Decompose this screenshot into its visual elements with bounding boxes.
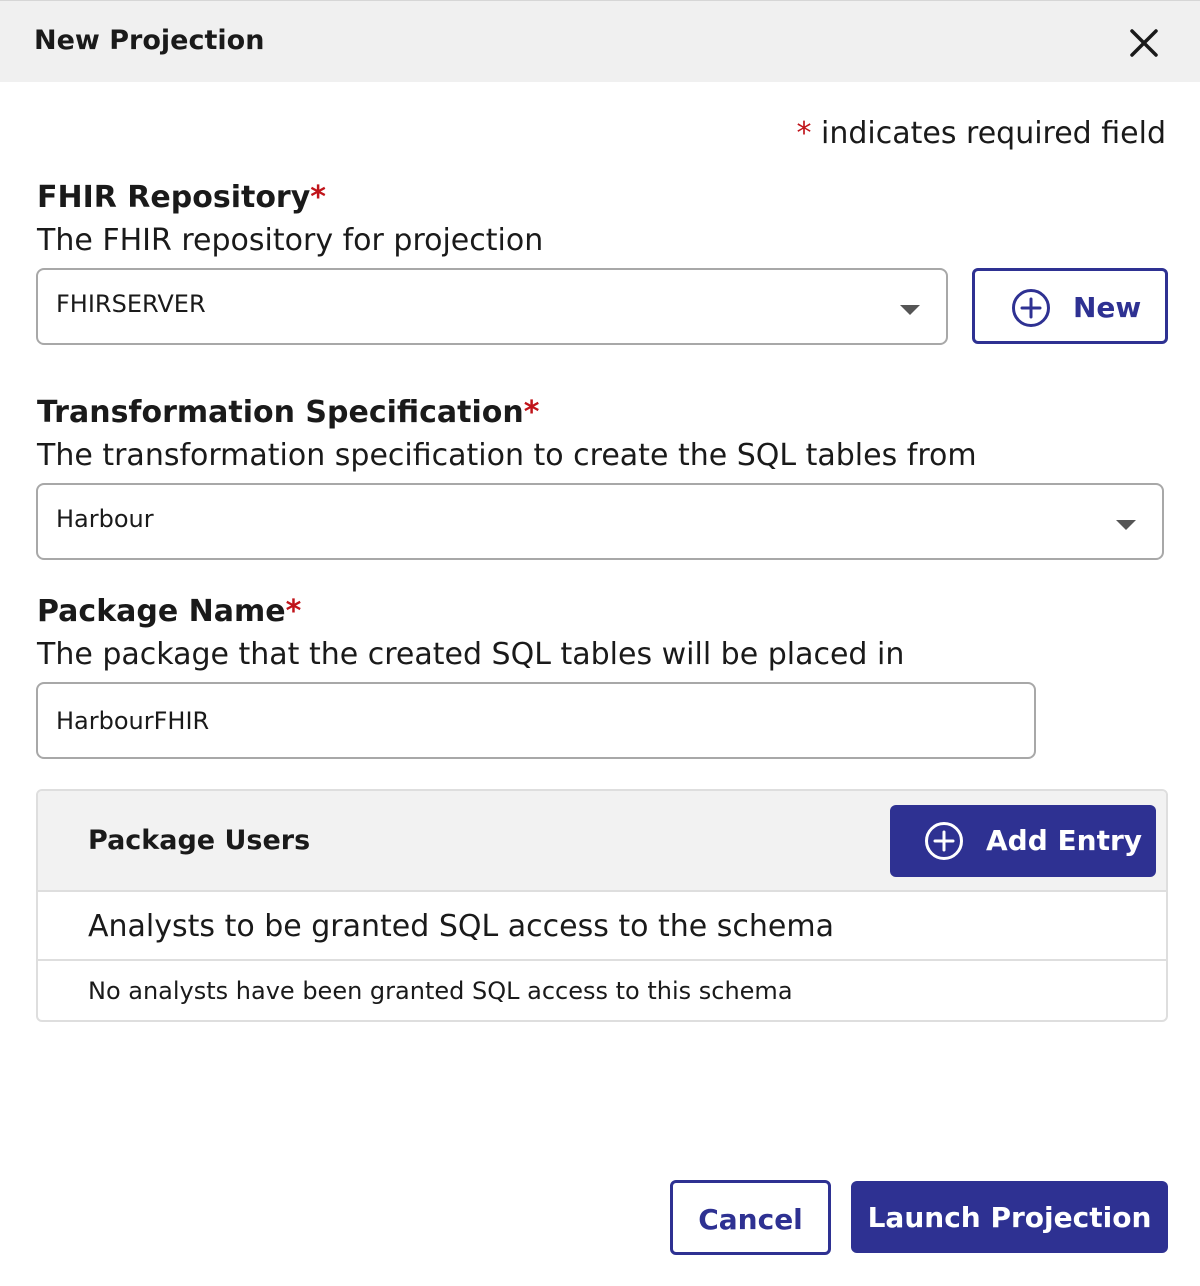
package-name-label: Package Name* — [37, 594, 301, 629]
cancel-label: Cancel — [698, 1203, 803, 1236]
required-star: * — [523, 395, 540, 430]
chevron-down-icon — [900, 305, 920, 315]
required-star: * — [796, 116, 812, 151]
close-icon — [1130, 29, 1158, 57]
package-users-header: Package Users Add Entry — [38, 791, 1166, 892]
package-users-title: Package Users — [88, 825, 311, 856]
transformation-spec-selected-value: Harbour — [56, 505, 154, 533]
required-field-note: * indicates required field — [797, 116, 1167, 151]
new-button-label: New — [1073, 291, 1142, 324]
close-button[interactable] — [1124, 23, 1164, 63]
cancel-button[interactable]: Cancel — [670, 1180, 831, 1255]
package-name-input[interactable] — [36, 682, 1036, 759]
fhir-repository-label: FHIR Repository* — [37, 180, 326, 215]
fhir-repository-selected-value: FHIRSERVER — [56, 290, 206, 318]
launch-projection-label: Launch Projection — [867, 1201, 1152, 1234]
new-repository-button[interactable]: New — [972, 268, 1168, 344]
divider — [38, 959, 1166, 961]
fhir-repository-label-text: FHIR Repository — [37, 180, 311, 215]
transformation-spec-label: Transformation Specification* — [37, 395, 539, 430]
package-name-label-text: Package Name — [37, 594, 286, 629]
required-note-text: indicates required field — [811, 116, 1166, 151]
launch-projection-button[interactable]: Launch Projection — [851, 1181, 1168, 1253]
add-entry-label: Add Entry — [986, 824, 1143, 857]
empty-state-message: No analysts have been granted SQL access… — [88, 977, 793, 1005]
chevron-down-icon — [1116, 520, 1136, 530]
fhir-repository-select[interactable]: FHIRSERVER — [36, 268, 948, 345]
add-entry-button[interactable]: Add Entry — [890, 805, 1156, 877]
plus-circle-icon — [1012, 289, 1050, 327]
dialog-header: New Projection — [0, 0, 1200, 82]
package-name-help: The package that the created SQL tables … — [37, 637, 905, 672]
dialog-title: New Projection — [34, 25, 265, 56]
transformation-spec-select[interactable]: Harbour — [36, 483, 1164, 560]
fhir-repository-help: The FHIR repository for projection — [37, 223, 544, 258]
package-users-panel: Package Users Add Entry Analysts to be g… — [36, 789, 1168, 1022]
required-star: * — [285, 594, 302, 629]
plus-circle-icon — [925, 822, 963, 860]
transformation-spec-label-text: Transformation Specification — [37, 395, 524, 430]
transformation-spec-help: The transformation specification to crea… — [37, 438, 977, 473]
required-star: * — [310, 180, 326, 215]
package-users-description: Analysts to be granted SQL access to the… — [88, 909, 834, 944]
